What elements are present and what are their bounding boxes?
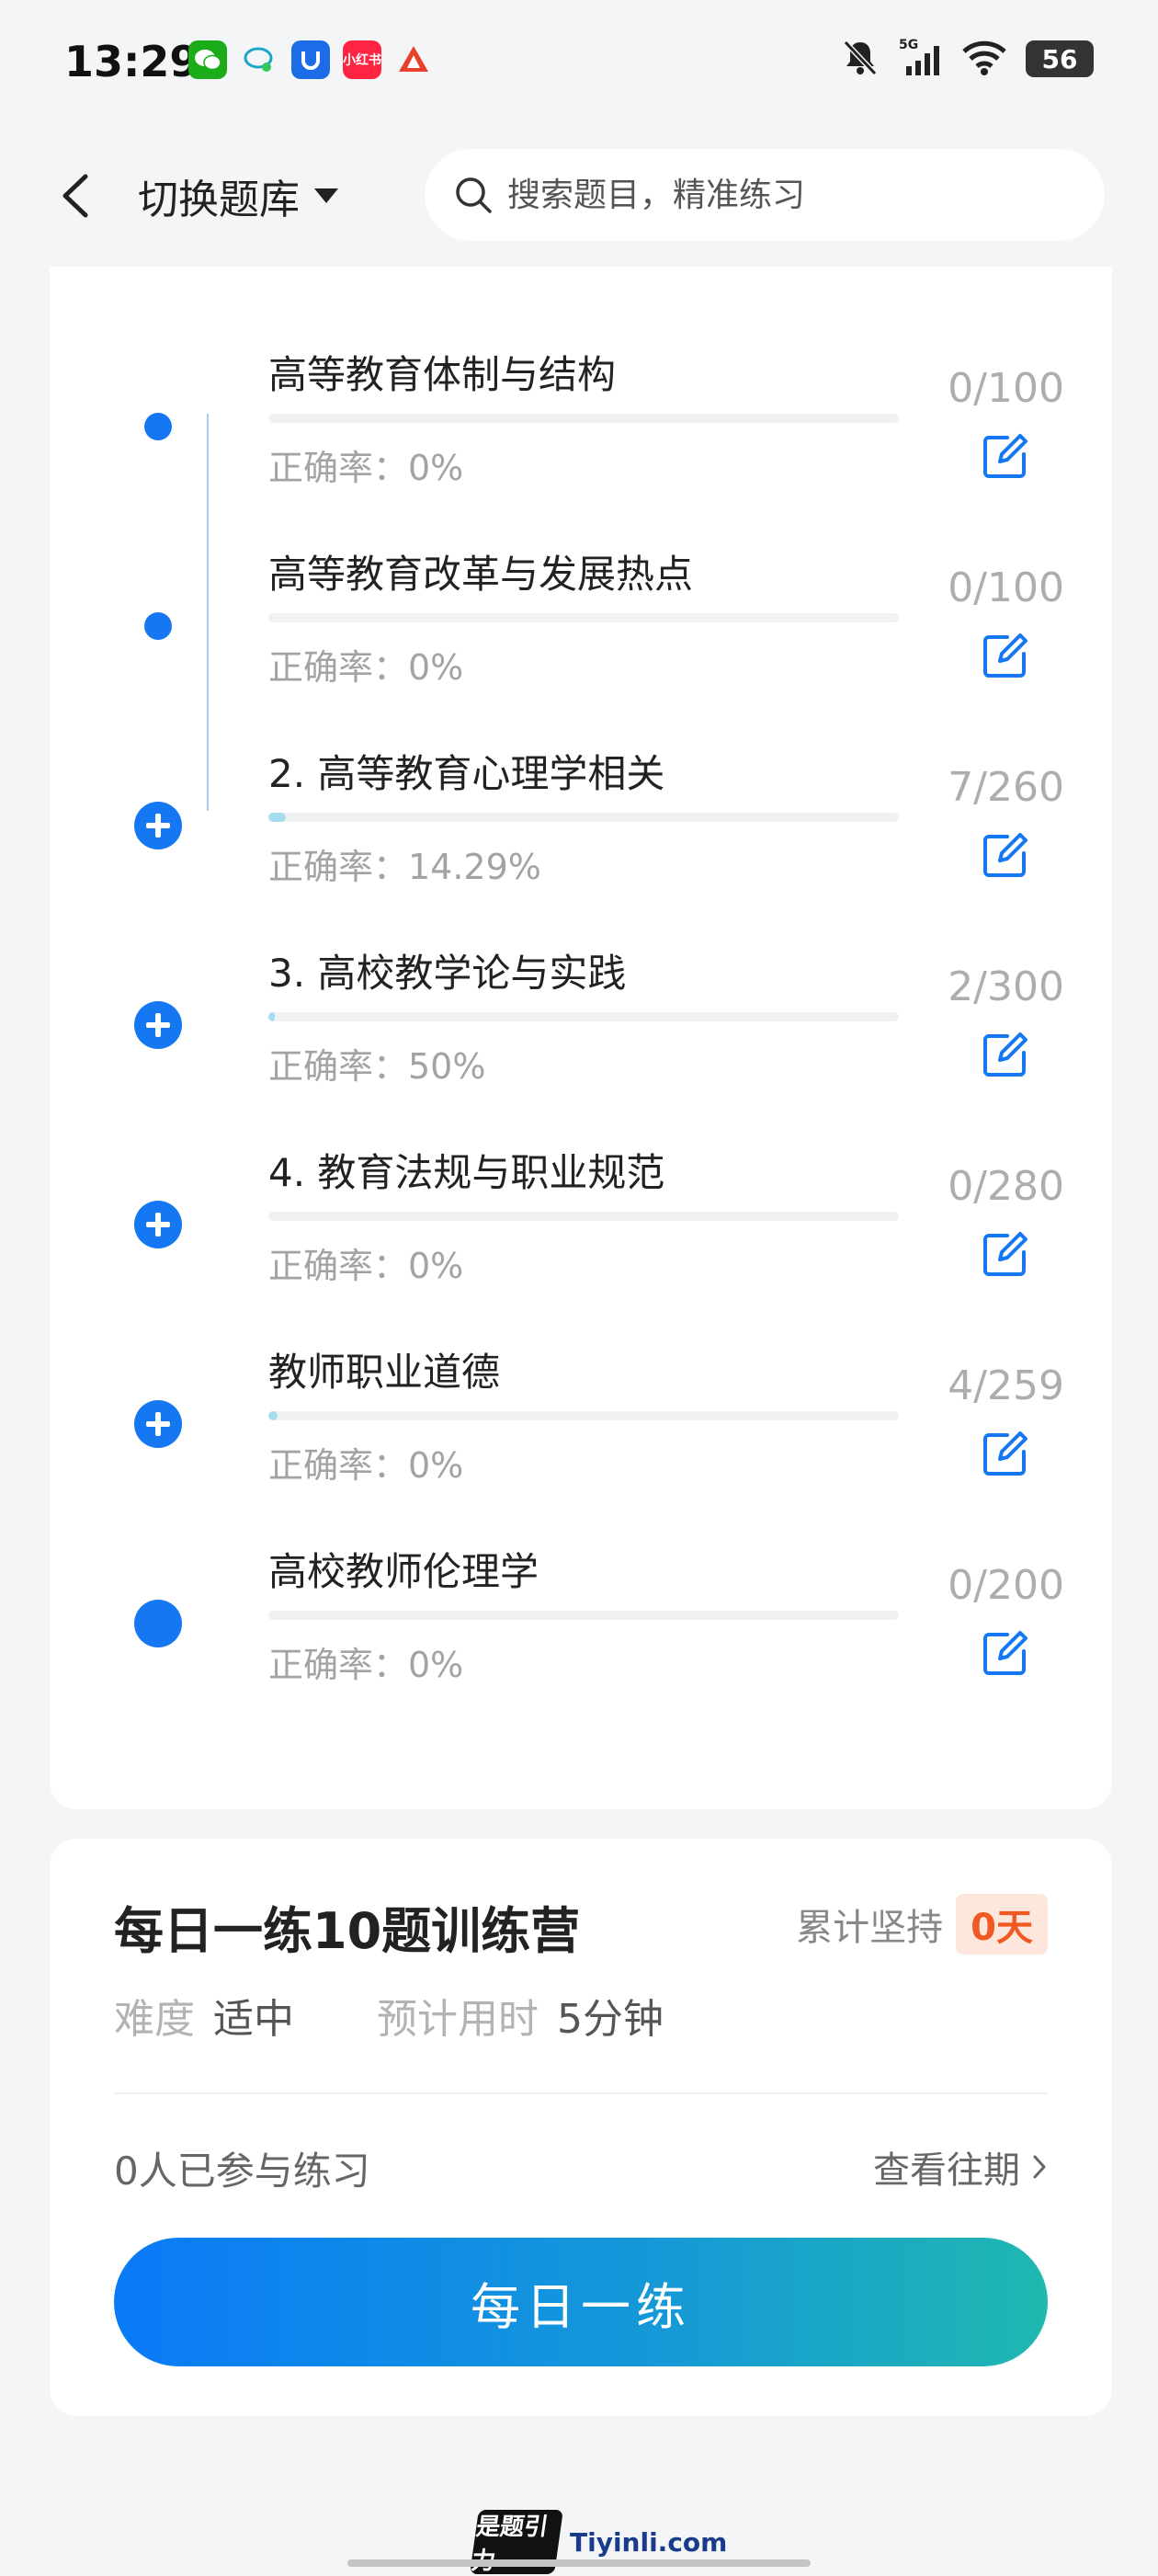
chapter-title: 高等教育体制与结构	[268, 352, 617, 397]
chapter-title: 高等教育改革与发展热点	[268, 552, 694, 597]
status-time: 13:29	[64, 37, 199, 86]
streak: 累计坚持 0天	[796, 1894, 1048, 1955]
progress-track	[268, 1611, 899, 1620]
notification-icons: 小红书	[188, 40, 433, 79]
progress-fill	[268, 1012, 275, 1021]
daily-practice-button[interactable]: 每日一练	[114, 2238, 1048, 2366]
time-label: 预计用时	[377, 1996, 539, 2043]
edit-practice-icon[interactable]	[980, 1029, 1031, 1080]
question-count: 2/300	[948, 963, 1064, 1010]
streak-badge: 0天	[956, 1894, 1048, 1955]
camp-title: 每日一练10题训练营	[114, 1902, 581, 1960]
question-count: 0/200	[948, 1562, 1064, 1609]
xiaohongshu-icon: 小红书	[343, 40, 381, 79]
question-count: 7/260	[948, 764, 1064, 811]
expand-plus-icon[interactable]	[134, 1201, 182, 1248]
wechat-icon	[188, 40, 227, 79]
progress-track	[268, 414, 899, 423]
watermark-text: Tiyinli.com	[570, 2526, 728, 2558]
difficulty-value: 适中	[213, 1996, 294, 2043]
accuracy-text: 正确率：0%	[268, 1645, 464, 1685]
progress-fill	[268, 813, 286, 822]
question-count: 0/100	[948, 365, 1064, 412]
timeline-dot	[144, 612, 172, 640]
status-bar: 13:29 小红书 5G 56	[0, 0, 1158, 129]
chapter-title: 4. 教育法规与职业规范	[268, 1150, 665, 1195]
timeline-dot	[134, 1600, 182, 1647]
switch-question-bank-button[interactable]: 切换题库	[138, 164, 340, 228]
accuracy-text: 正确率：0%	[268, 448, 464, 488]
edit-practice-icon[interactable]	[980, 1428, 1031, 1479]
chevron-left-icon	[62, 174, 88, 218]
view-past-link[interactable]: 查看往期	[873, 2140, 1048, 2194]
progress-track	[268, 1012, 899, 1021]
system-icons: 5G 56	[840, 37, 1094, 81]
accuracy-text: 正确率：0%	[268, 1445, 464, 1486]
expand-plus-icon[interactable]	[134, 1001, 182, 1049]
edit-practice-icon[interactable]	[980, 430, 1031, 482]
home-indicator[interactable]	[347, 2559, 811, 2567]
difficulty-label: 难度	[114, 1996, 195, 2043]
edit-practice-icon[interactable]	[980, 1228, 1031, 1280]
accuracy-text: 正确率：14.29%	[268, 847, 541, 887]
chapter-row[interactable]: 高等教育体制与结构正确率：0% 0/100	[50, 348, 1112, 547]
app-a-icon	[394, 40, 433, 79]
progress-track	[268, 613, 899, 622]
chapter-title: 高校教师伦理学	[268, 1549, 539, 1594]
chevron-right-icon	[1033, 2155, 1046, 2179]
mute-bell-icon	[840, 37, 880, 81]
header: 切换题库	[0, 129, 1158, 267]
chapter-row[interactable]: 4. 教育法规与职业规范正确率：0% 0/280	[50, 1146, 1112, 1345]
divider	[114, 2092, 1048, 2094]
search-icon	[454, 174, 496, 216]
edit-practice-icon[interactable]	[980, 1627, 1031, 1679]
accuracy-text: 正确率：0%	[268, 647, 464, 688]
chapter-title: 2. 高等教育心理学相关	[268, 751, 665, 796]
caret-down-icon	[314, 188, 338, 203]
chapter-row[interactable]: 3. 高校教学论与实践正确率：50% 2/300	[50, 946, 1112, 1146]
svg-text:5G: 5G	[899, 38, 918, 52]
chapter-row[interactable]: 教师职业道德正确率：0% 4/259	[50, 1345, 1112, 1544]
progress-track	[268, 1212, 899, 1221]
edit-practice-icon[interactable]	[980, 630, 1031, 681]
camp-meta: 难度 适中 预计用时 5分钟	[114, 1986, 664, 2045]
expand-plus-icon[interactable]	[134, 802, 182, 849]
chapter-list-card: 正确率：100%高等教育体制与结构正确率：0%0/100高等教育改革与发展热点正…	[50, 147, 1112, 1809]
streak-label: 累计坚持	[796, 1907, 944, 1949]
accuracy-text: 正确率：0%	[268, 1246, 464, 1286]
edit-practice-icon[interactable]	[980, 829, 1031, 881]
search-input[interactable]	[505, 175, 1097, 215]
participants-count: 0人已参与练习	[114, 2149, 370, 2194]
search-box[interactable]	[425, 149, 1105, 241]
chapter-row[interactable]: 高等教育改革与发展热点正确率：0% 0/100	[50, 547, 1112, 747]
battery-indicator: 56	[1026, 40, 1094, 77]
question-count: 0/280	[948, 1163, 1064, 1210]
accuracy-text: 正确率：50%	[268, 1046, 486, 1087]
progress-fill	[268, 1411, 278, 1420]
progress-track	[268, 1411, 899, 1420]
wifi-icon	[961, 39, 1007, 79]
question-count: 0/100	[948, 564, 1064, 611]
switch-bank-label: 切换题库	[138, 177, 300, 223]
chapter-title: 3. 高校教学论与实践	[268, 951, 627, 996]
expand-plus-icon[interactable]	[134, 1400, 182, 1448]
progress-track	[268, 813, 899, 822]
messages-icon	[240, 40, 278, 79]
time-value: 5分钟	[557, 1996, 664, 2043]
chapter-row[interactable]: 2. 高等教育心理学相关正确率：14.29% 7/260	[50, 747, 1112, 946]
question-count: 4/259	[948, 1362, 1064, 1409]
view-past-label: 查看往期	[873, 2149, 1020, 2192]
timeline-dot	[144, 413, 172, 440]
daily-practice-card: 每日一练10题训练营 累计坚持 0天 难度 适中 预计用时 5分钟 0人已参与练…	[50, 1839, 1112, 2416]
chapter-row[interactable]: 高校教师伦理学正确率：0% 0/200	[50, 1544, 1112, 1744]
back-button[interactable]	[48, 164, 103, 228]
chapter-title: 教师职业道德	[268, 1350, 501, 1395]
signal-5g-icon: 5G	[899, 37, 943, 81]
app-u-icon	[291, 40, 330, 79]
